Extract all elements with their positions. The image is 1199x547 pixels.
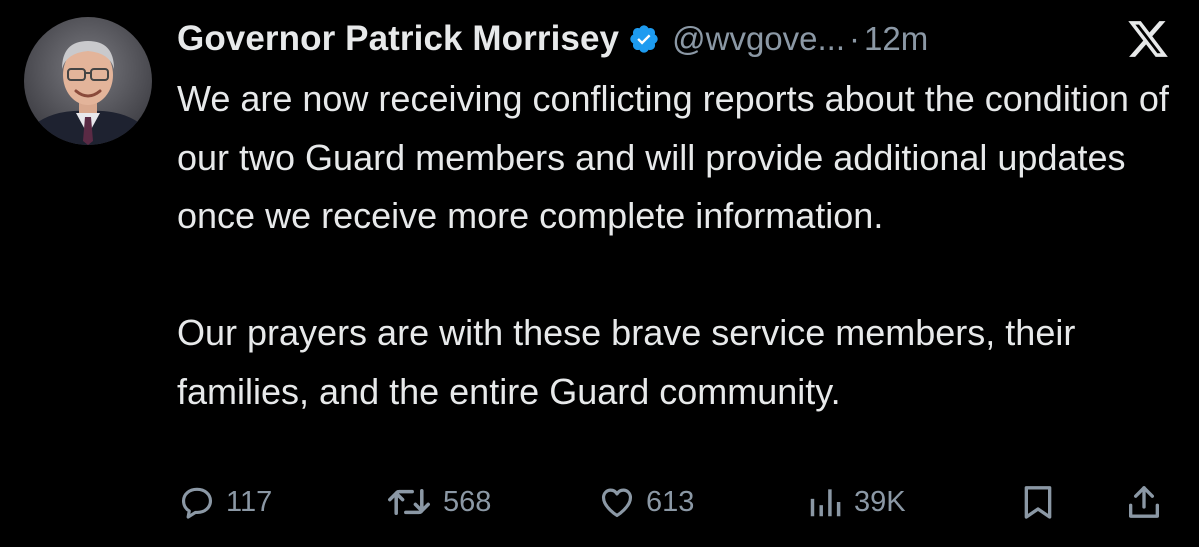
separator-dot: ·: [849, 20, 861, 57]
tweet-body: We are now receiving conflicting reports…: [177, 70, 1177, 421]
x-logo-icon: [1126, 17, 1170, 61]
bookmark-icon: [1018, 482, 1058, 522]
tweet-paragraph: We are now receiving conflicting reports…: [177, 78, 1169, 236]
timestamp[interactable]: 12m: [864, 20, 928, 58]
share-icon: [1124, 482, 1164, 522]
avatar[interactable]: [24, 17, 152, 145]
like-button[interactable]: 613: [598, 479, 694, 525]
repost-button[interactable]: 568: [385, 479, 491, 525]
reply-button[interactable]: 117: [178, 479, 272, 525]
views-button[interactable]: 39K: [806, 479, 906, 525]
reply-count: 117: [226, 485, 273, 518]
repost-icon: [385, 482, 433, 522]
author-name[interactable]: Governor Patrick Morrisey: [177, 19, 619, 59]
views-count: 39K: [854, 485, 906, 518]
tweet-paragraph: Our prayers are with these brave service…: [177, 312, 1076, 412]
reply-icon: [178, 483, 216, 521]
author-handle[interactable]: @wvgove...: [672, 20, 845, 58]
bookmark-button[interactable]: [1018, 479, 1058, 525]
like-count: 613: [646, 485, 695, 518]
tweet-header: Governor Patrick Morrisey @wvgove... · 1…: [177, 12, 1137, 66]
action-bar: 117 568 613 39K: [0, 479, 1199, 525]
views-chart-icon: [806, 483, 844, 521]
verified-badge-icon: [628, 23, 660, 55]
repost-count: 568: [443, 485, 492, 518]
share-button[interactable]: [1124, 479, 1164, 525]
heart-icon: [598, 483, 636, 521]
